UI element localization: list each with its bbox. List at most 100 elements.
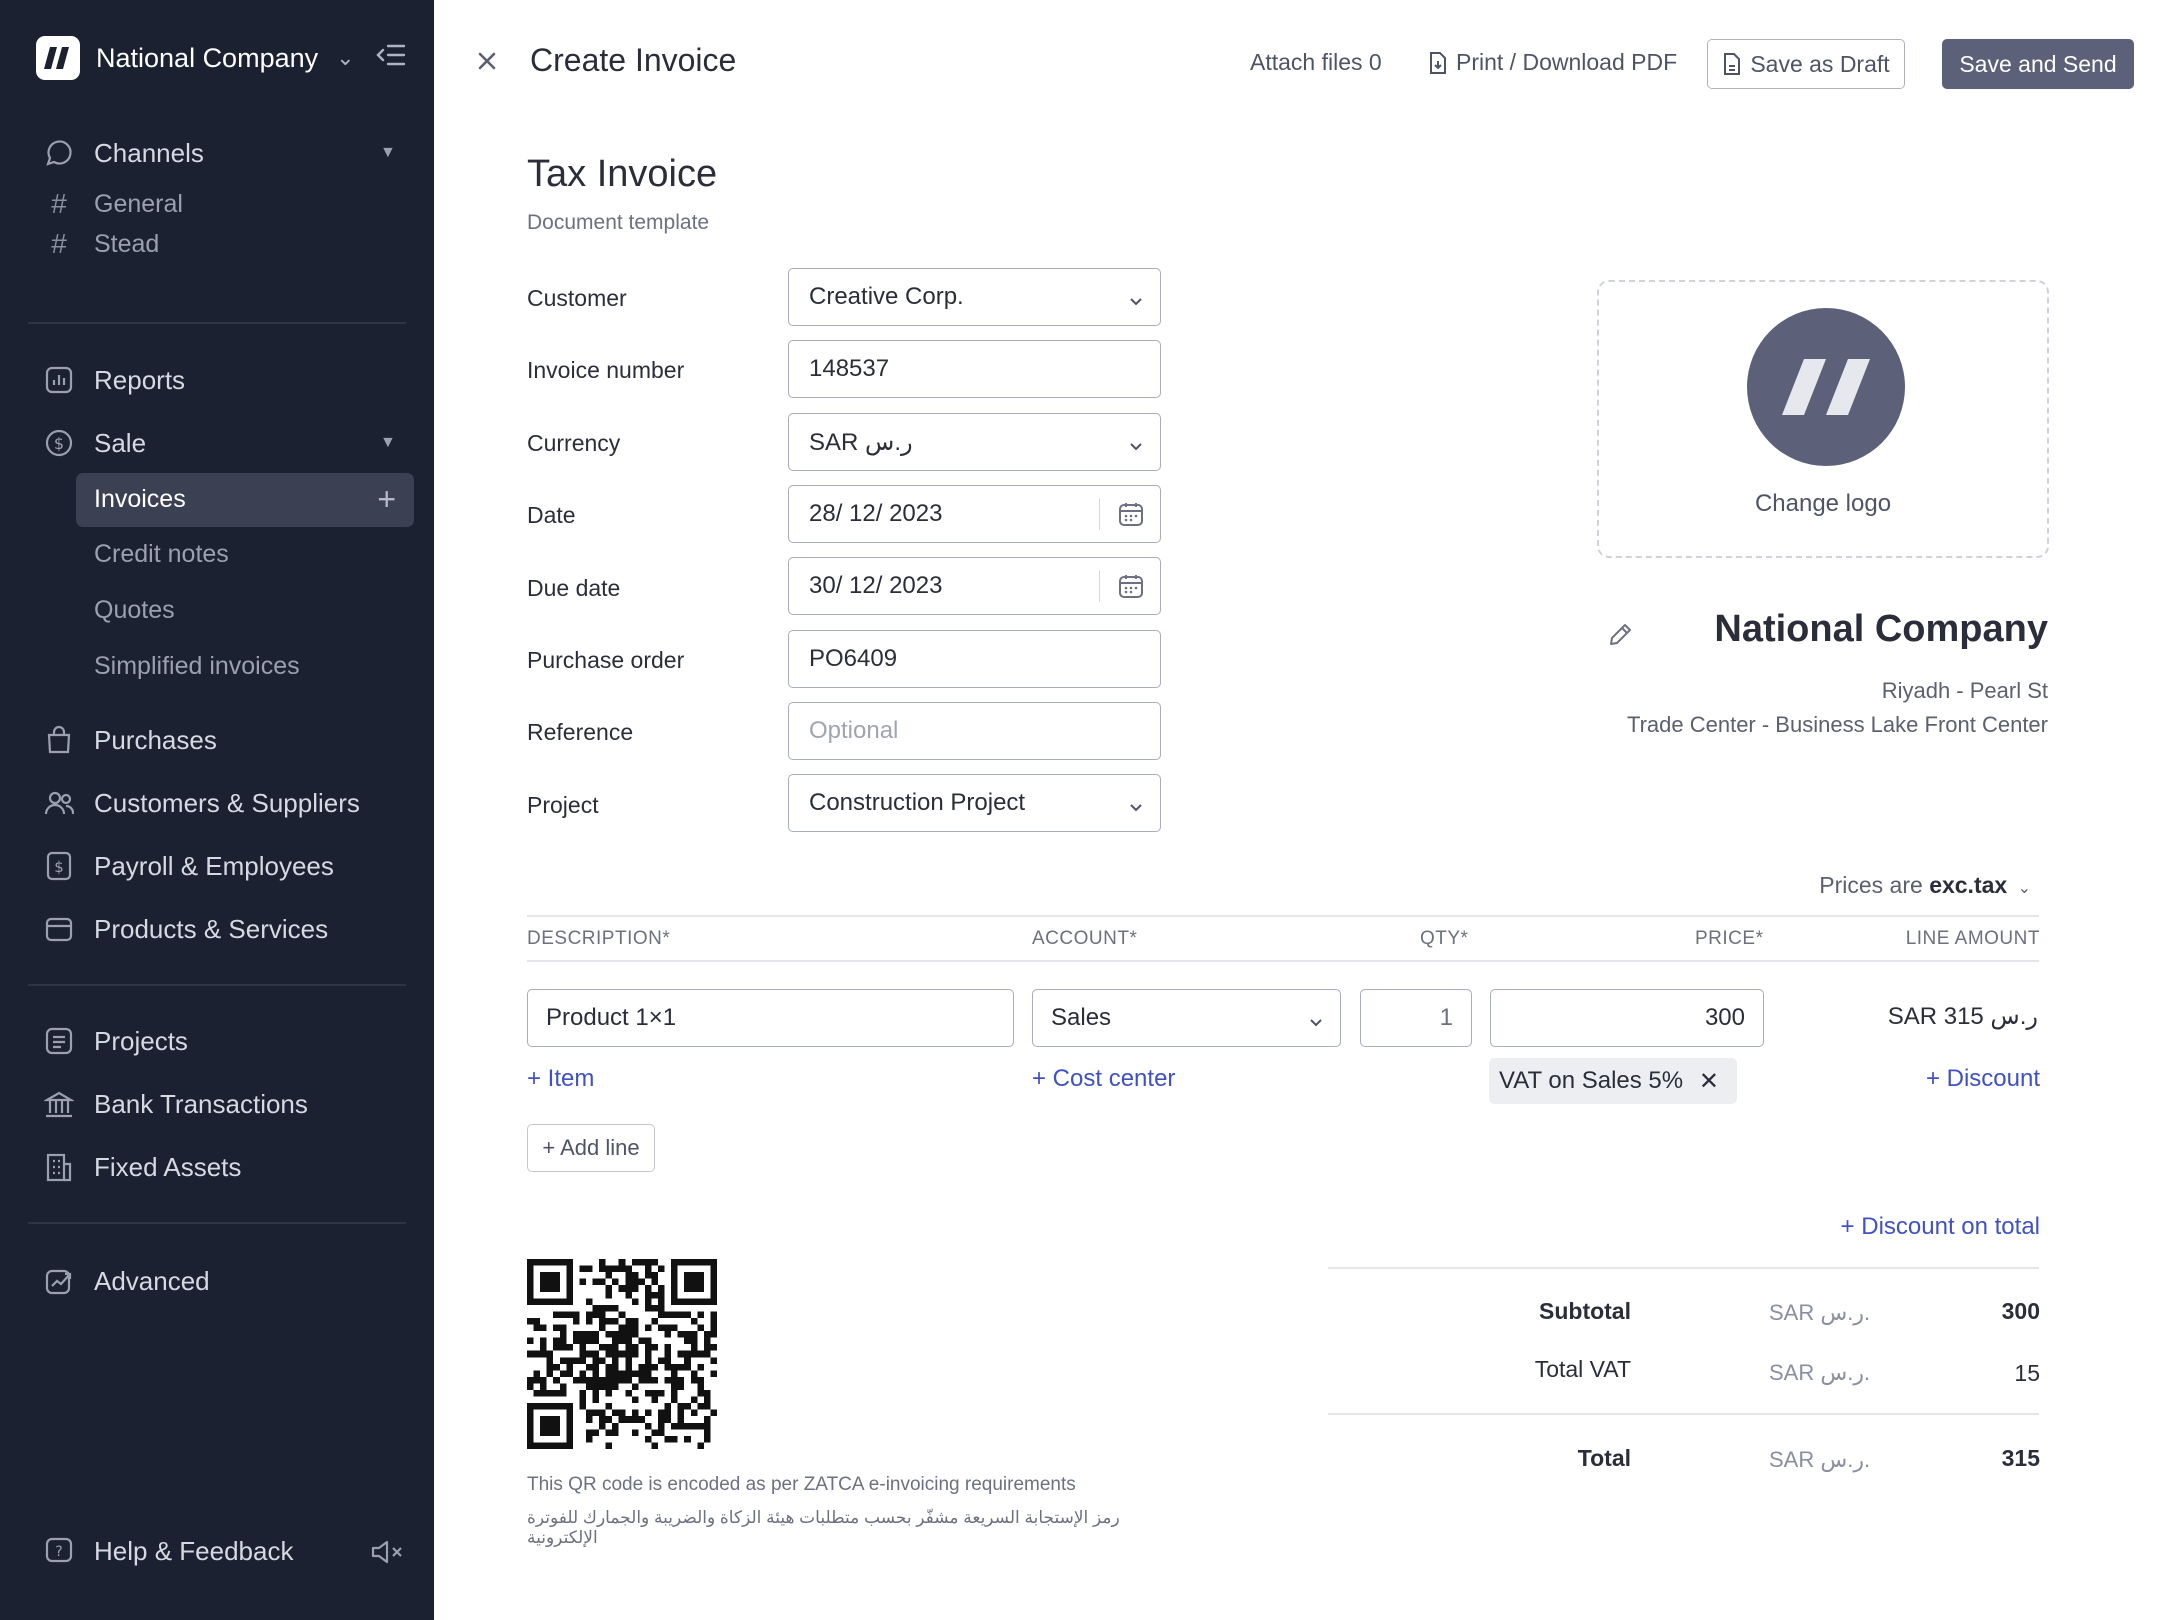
chevron-down-icon xyxy=(1128,288,1144,316)
document-template-link[interactable]: Document template xyxy=(527,211,709,235)
invoice-number-input[interactable]: 148537 xyxy=(788,340,1161,398)
sidebar: National Company ⌄ Channels ▼ # General … xyxy=(0,0,434,1620)
calendar-icon[interactable] xyxy=(1118,501,1144,534)
col-qty: QTY* xyxy=(1420,928,1469,949)
save-send-button[interactable]: Save and Send xyxy=(1942,39,2134,89)
nav-products-label: Products & Services xyxy=(94,913,329,944)
nav-advanced[interactable]: Advanced xyxy=(44,1261,210,1301)
nav-bank-transactions[interactable]: Bank Transactions xyxy=(44,1084,308,1124)
line-amount: SAR ر.س 315 xyxy=(1887,1003,2038,1030)
nav-channels[interactable]: Channels ▼ xyxy=(44,133,396,173)
add-cost-center-link[interactable]: + Cost center xyxy=(1032,1065,1175,1093)
org-name: National Company xyxy=(96,42,319,73)
date-input[interactable]: 28/ 12/ 2023 xyxy=(788,485,1161,543)
nav-customers-suppliers[interactable]: Customers & Suppliers xyxy=(44,783,360,823)
currency-label: Currency xyxy=(527,430,621,456)
sidebar-item-quotes-label: Quotes xyxy=(94,595,175,624)
calendar-icon[interactable] xyxy=(1118,573,1144,606)
channel-general[interactable]: # General xyxy=(44,184,183,224)
nav-payroll-label: Payroll & Employees xyxy=(94,850,334,881)
invoice-number-label: Invoice number xyxy=(527,357,685,383)
nav-projects-label: Projects xyxy=(94,1025,188,1056)
nav-help-feedback[interactable]: ? Help & Feedback xyxy=(44,1531,293,1571)
nav-payroll-employees[interactable]: $ Payroll & Employees xyxy=(44,846,334,886)
reference-input[interactable]: Optional xyxy=(788,702,1161,760)
nav-reports-label: Reports xyxy=(94,364,186,395)
nav-purchases[interactable]: Purchases xyxy=(44,720,217,760)
prices-mode-select[interactable]: Prices are exc.tax ⌄ xyxy=(1819,872,2031,899)
hash-icon: # xyxy=(51,188,67,219)
chevron-down-icon xyxy=(1128,794,1144,822)
due-date-input[interactable]: 30/ 12/ 2023 xyxy=(788,557,1161,615)
currency-select[interactable]: SAR ر.س xyxy=(788,413,1161,471)
bank-icon xyxy=(44,1089,74,1119)
pencil-icon[interactable] xyxy=(1607,620,1635,653)
attach-files-button[interactable]: Attach files 0 xyxy=(1250,49,1382,76)
print-download-button[interactable]: Print / Download PDF xyxy=(1428,49,1677,76)
add-line-button[interactable]: + Add line xyxy=(527,1124,655,1172)
collapse-sidebar-icon[interactable] xyxy=(376,42,406,73)
nav-products-services[interactable]: Products & Services xyxy=(44,909,328,949)
sidebar-divider xyxy=(28,1222,406,1224)
sidebar-item-invoices-label: Invoices xyxy=(94,485,186,513)
price-value: 300 xyxy=(1704,1004,1745,1031)
nav-bank-label: Bank Transactions xyxy=(94,1088,308,1119)
totals-divider xyxy=(1328,1413,2039,1415)
currency-value: SAR ر.س xyxy=(809,428,913,456)
account-select[interactable]: Sales xyxy=(1032,989,1341,1047)
nav-reports[interactable]: Reports xyxy=(44,360,185,400)
company-logo xyxy=(1747,308,1905,466)
vat-tax-chip[interactable]: VAT on Sales 5% ✕ xyxy=(1489,1058,1737,1104)
nav-sale[interactable]: $ Sale ▼ xyxy=(44,423,396,463)
project-select[interactable]: Construction Project xyxy=(788,774,1161,832)
company-address-line1: Riyadh - Pearl St xyxy=(1881,678,2048,703)
due-date-label: Due date xyxy=(527,575,621,601)
sidebar-item-credit-notes[interactable]: Credit notes xyxy=(94,536,229,572)
add-item-link[interactable]: + Item xyxy=(527,1065,594,1093)
date-value: 28/ 12/ 2023 xyxy=(809,500,943,527)
nav-projects[interactable]: Projects xyxy=(44,1021,188,1061)
close-icon[interactable] xyxy=(472,46,502,76)
mute-icon[interactable] xyxy=(370,1539,404,1570)
save-draft-button[interactable]: Save as Draft xyxy=(1707,39,1905,89)
qr-note-arabic: رمز الإستجابة السريعة مشفّر بحسب متطلبات… xyxy=(527,1508,1120,1547)
sidebar-item-invoices[interactable]: Invoices + xyxy=(76,473,414,527)
purchase-order-input[interactable]: PO6409 xyxy=(788,630,1161,688)
total-vat-value: 15 xyxy=(2014,1360,2040,1386)
qty-input[interactable]: 1 xyxy=(1360,989,1472,1047)
remove-tax-icon[interactable]: ✕ xyxy=(1699,1067,1719,1096)
nav-purchases-label: Purchases xyxy=(94,724,217,755)
change-logo-area[interactable]: Change logo xyxy=(1597,280,2049,558)
add-discount-link[interactable]: + Discount xyxy=(1926,1065,2040,1093)
document-list-icon xyxy=(44,1026,74,1056)
sidebar-item-quotes[interactable]: Quotes xyxy=(94,592,175,628)
users-icon xyxy=(44,788,74,818)
purchase-order-value: PO6409 xyxy=(809,645,898,672)
price-input[interactable]: 300 xyxy=(1490,989,1764,1047)
customer-value: Creative Corp. xyxy=(809,283,964,310)
print-download-label: Print / Download PDF xyxy=(1456,49,1678,75)
channel-stead[interactable]: # Stead xyxy=(44,224,159,264)
channel-general-label: General xyxy=(94,189,183,218)
org-switcher[interactable]: National Company ⌄ xyxy=(36,36,406,80)
discount-on-total-link[interactable]: + Discount on total xyxy=(1841,1213,2040,1241)
page-title: Create Invoice xyxy=(530,42,737,78)
subtotal-label: Subtotal xyxy=(1539,1298,1631,1324)
customer-select[interactable]: Creative Corp. xyxy=(788,268,1161,326)
chart-icon xyxy=(44,365,74,395)
nav-advanced-label: Advanced xyxy=(94,1265,210,1296)
description-input[interactable]: Product 1×1 xyxy=(527,989,1014,1047)
file-download-icon xyxy=(1428,51,1448,75)
attach-files-label: Attach files 0 xyxy=(1250,49,1382,75)
separator xyxy=(1099,570,1100,602)
reference-placeholder: Optional xyxy=(809,717,899,744)
nav-fixed-assets[interactable]: Fixed Assets xyxy=(44,1147,241,1187)
project-value: Construction Project xyxy=(809,789,1026,816)
sidebar-item-simplified-invoices[interactable]: Simplified invoices xyxy=(94,648,300,684)
col-price: PRICE* xyxy=(1695,928,1764,949)
sidebar-item-credit-notes-label: Credit notes xyxy=(94,539,229,568)
chevron-down-icon xyxy=(1128,433,1144,461)
invoice-number-value: 148537 xyxy=(809,355,890,382)
table-header-bottom-border xyxy=(527,960,2039,962)
add-invoice-icon[interactable]: + xyxy=(377,481,396,518)
